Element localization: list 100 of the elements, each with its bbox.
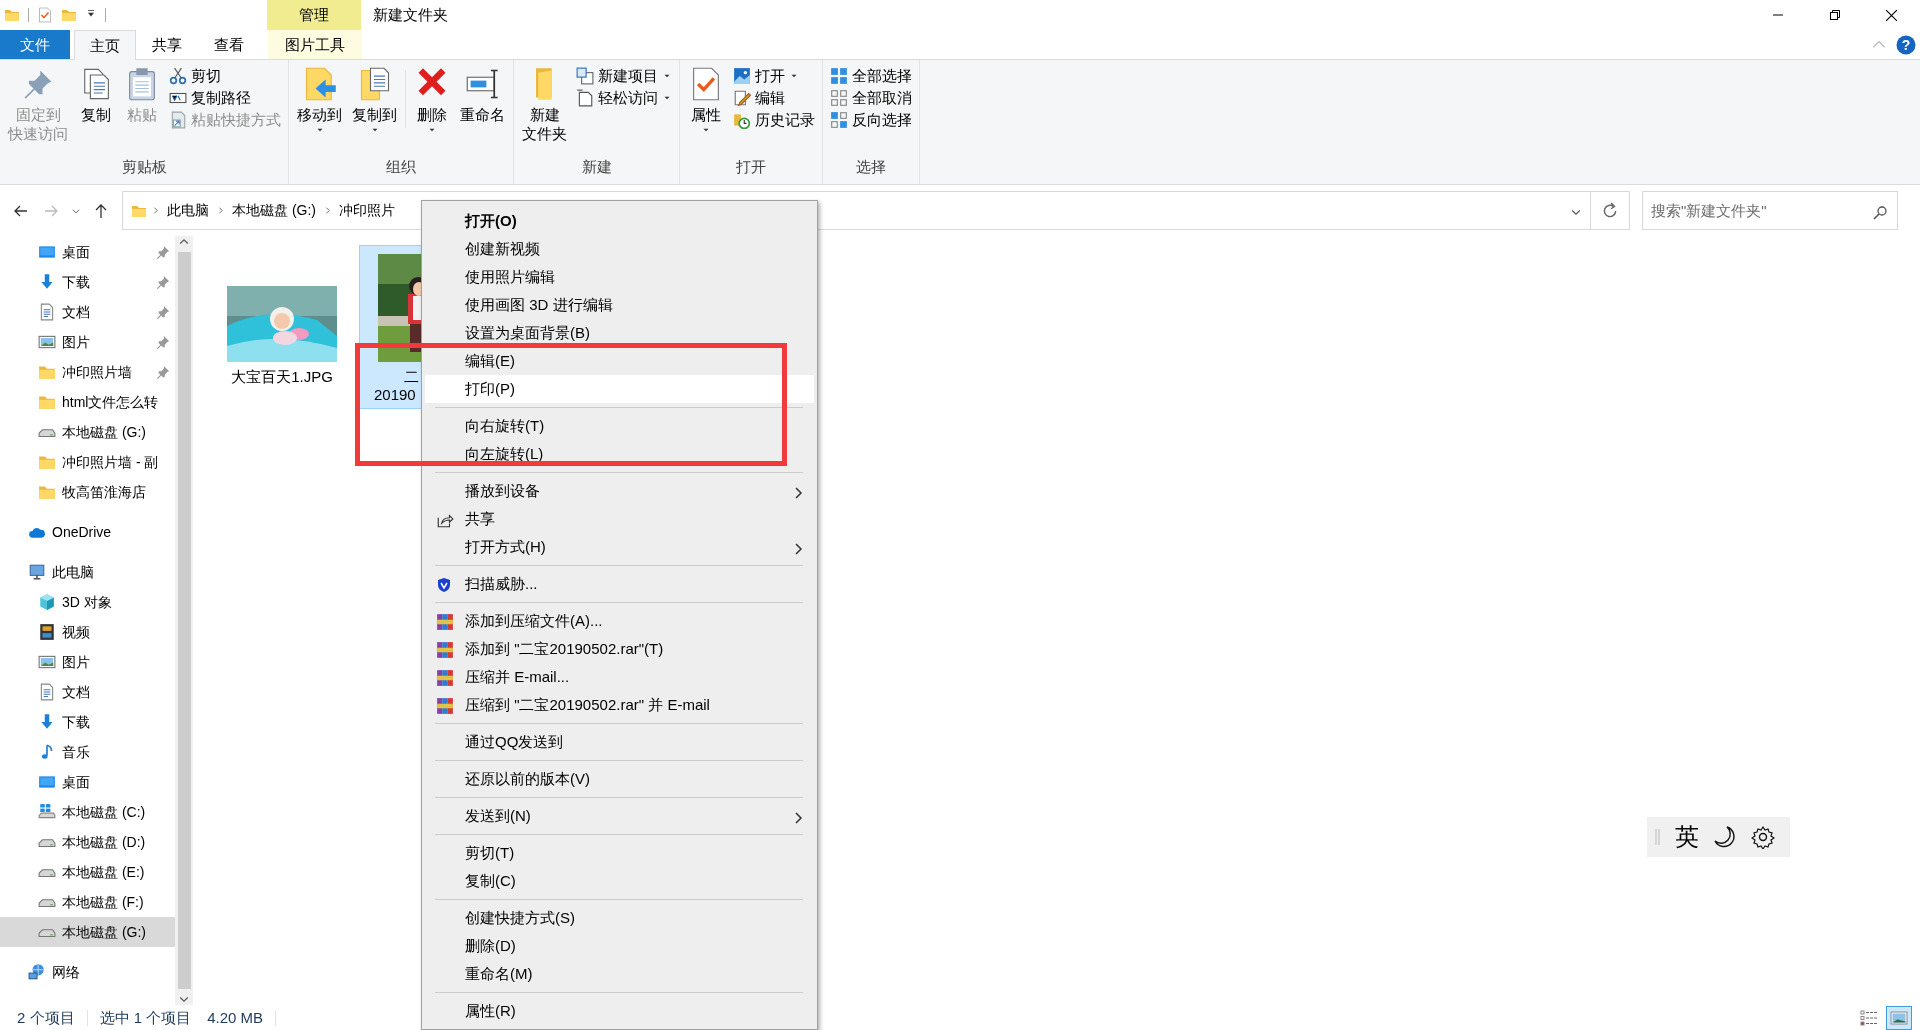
ribbon-tab[interactable]: 主页	[74, 30, 136, 60]
ribbon-button[interactable]: 历史记录	[730, 110, 818, 130]
nav-item[interactable]: 本地磁盘 (G:)	[0, 917, 175, 947]
nav-item[interactable]: 本地磁盘 (G:)	[0, 417, 175, 447]
nav-item[interactable]: html文件怎么转	[0, 387, 175, 417]
nav-item[interactable]: 文档	[0, 297, 175, 327]
menu-item[interactable]: 向左旋转(L)	[425, 440, 814, 468]
nav-item[interactable]: 下载	[0, 707, 175, 737]
menu-item[interactable]: 剪切(T)	[425, 839, 814, 867]
folder-clock-icon	[733, 111, 751, 129]
ribbon-button[interactable]: 全部选择	[827, 66, 915, 86]
books-icon	[436, 669, 454, 688]
menu-item[interactable]: 创建新视频	[425, 235, 814, 263]
grip-icon	[1655, 827, 1661, 847]
ribbon-button[interactable]: 移动到	[293, 64, 346, 158]
ribbon-tab[interactable]: 图片工具	[268, 30, 362, 59]
folder-icon	[38, 393, 56, 411]
breadcrumb[interactable]: 本地磁盘 (G:)	[229, 202, 319, 219]
ribbon-button[interactable]: 轻松访问	[573, 88, 675, 108]
menu-item[interactable]: 发送到(N)	[425, 802, 814, 830]
refresh-button[interactable]	[1591, 191, 1630, 230]
menu-item[interactable]: 添加到压缩文件(A)...	[425, 607, 814, 635]
books-icon	[436, 613, 454, 632]
ribbon-tab[interactable]: 查看	[198, 30, 260, 59]
search-icon	[1872, 205, 1888, 222]
nav-item[interactable]: 文档	[0, 677, 175, 707]
breadcrumb[interactable]: 冲印照片	[336, 202, 398, 219]
menu-item[interactable]: 通过QQ发送到	[425, 728, 814, 756]
close-icon	[1885, 8, 1898, 22]
menu-item[interactable]: 添加到 "二宝20190502.rar"(T)	[425, 635, 814, 663]
nav-item[interactable]: 图片	[0, 327, 175, 357]
nav-item[interactable]: 本地磁盘 (E:)	[0, 857, 175, 887]
menu-item[interactable]: 播放到设备	[425, 477, 814, 505]
nav-item[interactable]: OneDrive	[0, 517, 175, 547]
ribbon-button[interactable]: 新建 文件夹	[518, 64, 571, 158]
nav-item[interactable]: 冲印照片墙 - 副	[0, 447, 175, 477]
menu-item[interactable]: 打印(P)	[425, 375, 814, 403]
nav-item[interactable]: 本地磁盘 (F:)	[0, 887, 175, 917]
nav-item[interactable]: 此电脑	[0, 557, 175, 587]
search-field[interactable]: 搜索"新建文件夹"	[1642, 191, 1898, 230]
nav-item[interactable]: 桌面	[0, 237, 175, 267]
file-item[interactable]: 大宝百天1.JPG	[222, 245, 342, 409]
ribbon-button[interactable]: 剪切	[166, 66, 284, 86]
menu-item[interactable]: 创建快捷方式(S)	[425, 904, 814, 932]
menu-item[interactable]: 属性(R)	[425, 997, 814, 1025]
ribbon-button[interactable]: 复制	[74, 64, 118, 158]
chevron-right-icon	[323, 206, 332, 215]
menu-item[interactable]: 还原以前的版本(V)	[425, 765, 814, 793]
menu-item[interactable]: 编辑(E)	[425, 347, 814, 375]
menu-item[interactable]: 使用画图 3D 进行编辑	[425, 291, 814, 319]
nav-item[interactable]: 桌面	[0, 767, 175, 797]
nav-item[interactable]: 本地磁盘 (D:)	[0, 827, 175, 857]
file-item[interactable]: 二 20190	[359, 245, 421, 409]
menu-item[interactable]: 删除(D)	[425, 932, 814, 960]
ribbon-group-label: 选择	[856, 158, 886, 177]
ribbon-button[interactable]: 删除	[410, 64, 454, 158]
nav-item[interactable]: 3D 对象	[0, 587, 175, 617]
ribbon-button[interactable]: 属性	[684, 64, 728, 158]
menu-item[interactable]: 重命名(M)	[425, 960, 814, 988]
breadcrumb[interactable]: 此电脑	[164, 202, 212, 219]
menu-item[interactable]: 复制(C)	[425, 867, 814, 895]
menu-item[interactable]: 压缩并 E-mail...	[425, 663, 814, 691]
window-title: 新建文件夹	[373, 6, 448, 24]
menu-item[interactable]: 共享	[425, 505, 814, 533]
nav-item[interactable]: 下载	[0, 267, 175, 297]
ribbon-tab[interactable]: 文件	[0, 30, 70, 59]
menu-item[interactable]: 扫描威胁...	[425, 570, 814, 598]
menu-item[interactable]: 打开方式(H)	[425, 533, 814, 561]
ribbon-button[interactable]: 重命名	[456, 64, 509, 158]
view-button[interactable]	[1886, 1005, 1912, 1030]
nav-item[interactable]: 图片	[0, 647, 175, 677]
scrollbar[interactable]	[175, 236, 193, 1005]
menu-item[interactable]: 使用照片编辑	[425, 263, 814, 291]
dotted-grid-icon	[830, 89, 848, 107]
ribbon-button[interactable]: 全部取消	[827, 88, 915, 108]
image-icon	[38, 653, 56, 671]
chevron-right-icon	[151, 206, 160, 215]
nav-item[interactable]: 牧高笛淮海店	[0, 477, 175, 507]
ribbon-button[interactable]: 反向选择	[827, 110, 915, 130]
nav-item[interactable]: 音乐	[0, 737, 175, 767]
arrow-up-icon	[93, 202, 109, 219]
menu-item[interactable]: 向右旋转(T)	[425, 412, 814, 440]
input-mode-toggle[interactable]: 英	[1675, 822, 1699, 852]
ribbon-group-label: 新建	[581, 158, 612, 177]
image-icon	[38, 333, 56, 351]
ribbon-button[interactable]: 新建项目	[573, 66, 675, 86]
ribbon-button[interactable]: 复制到	[348, 64, 401, 158]
ribbon-button[interactable]: 编辑	[730, 88, 818, 108]
nav-item[interactable]: 冲印照片墙	[0, 357, 175, 387]
nav-item[interactable]: 网络	[0, 957, 175, 987]
folder-icon	[38, 483, 56, 501]
ribbon-button[interactable]: 打开	[730, 66, 818, 86]
pin-icon	[156, 305, 170, 319]
ribbon-group-label: 组织	[386, 158, 416, 177]
menu-item[interactable]: 设置为桌面背景(B)	[425, 319, 814, 347]
menu-item[interactable]: 压缩到 "二宝20190502.rar" 并 E-mail	[425, 691, 814, 719]
ribbon-button[interactable]: 复制路径	[166, 88, 284, 108]
nav-item[interactable]: 本地磁盘 (C:)	[0, 797, 175, 827]
nav-item[interactable]: 视频	[0, 617, 175, 647]
ribbon-tab[interactable]: 共享	[136, 30, 198, 59]
